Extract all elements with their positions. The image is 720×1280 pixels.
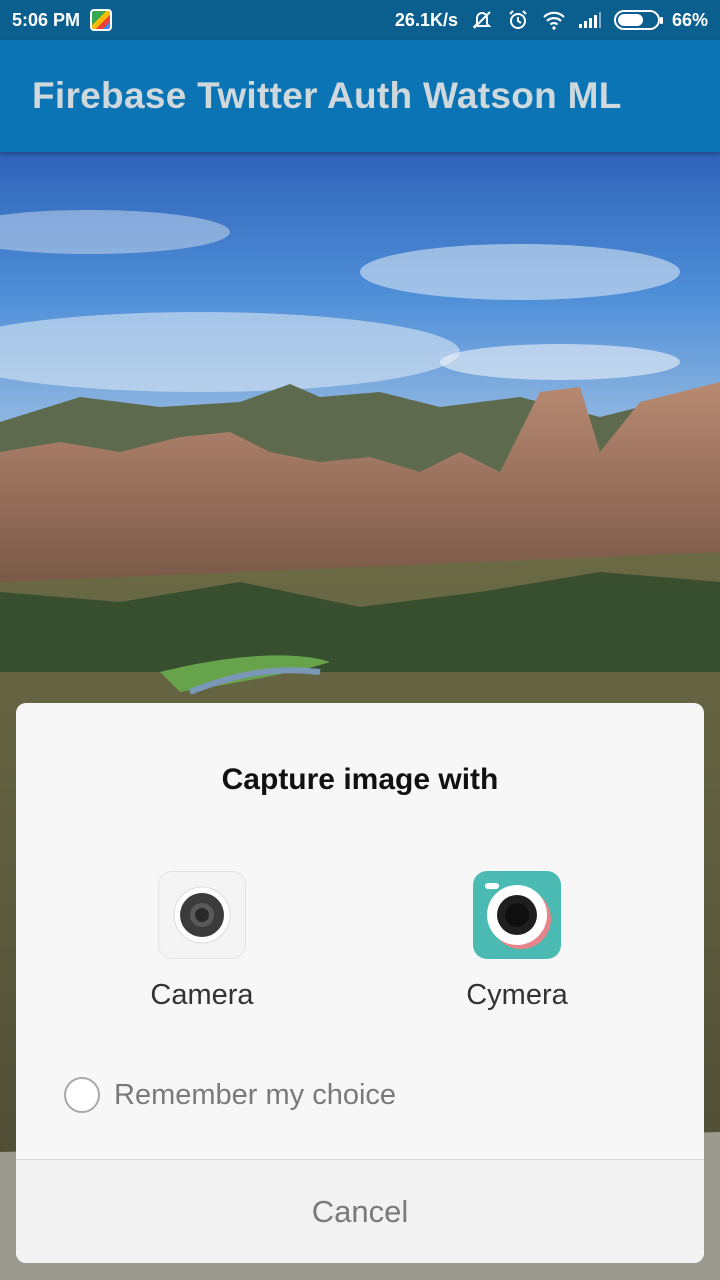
camera-app-icon [158, 871, 246, 959]
mute-icon [470, 8, 494, 32]
wifi-icon [542, 8, 566, 32]
camera-app-label: Camera [150, 979, 254, 1011]
status-time: 5:06 PM [12, 9, 81, 30]
signal-icon [578, 8, 602, 32]
cymera-app-option[interactable]: Cymera [417, 871, 617, 1012]
chooser-dialog: Capture image with Camera Cymera Remembe… [16, 703, 704, 1263]
cancel-button[interactable]: Cancel [16, 1160, 704, 1263]
remember-choice-radio[interactable] [64, 1077, 100, 1113]
cymera-app-label: Cymera [466, 979, 568, 1011]
battery-percent: 66% [671, 9, 708, 30]
camera-app-option[interactable]: Camera [102, 871, 302, 1012]
app-bar: Firebase Twitter Auth Watson ML [0, 40, 720, 152]
status-bar: 5:06 PM 26.1K/s 66% [0, 0, 720, 40]
alarm-icon [506, 8, 530, 32]
remember-choice-option[interactable]: Remember my choice [64, 1077, 396, 1113]
maps-icon [90, 9, 113, 31]
dialog-title: Capture image with [221, 763, 499, 796]
cymera-app-icon [473, 871, 561, 959]
battery-icon [613, 10, 663, 30]
app-title: Firebase Twitter Auth Watson ML [32, 75, 622, 116]
network-speed: 26.1K/s [394, 9, 458, 30]
remember-choice-label: Remember my choice [114, 1078, 397, 1111]
